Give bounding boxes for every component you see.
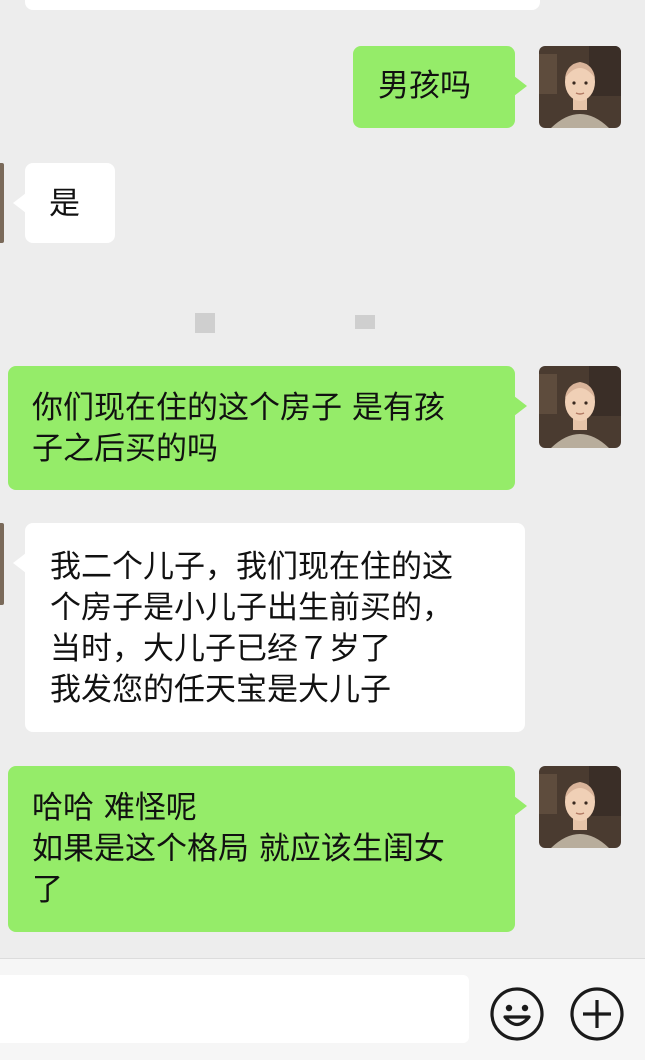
message-text-line: 我二个儿子，我们现在住的这 xyxy=(50,549,453,585)
avatar[interactable] xyxy=(539,366,621,448)
monk-portrait-avatar-icon xyxy=(539,766,621,848)
blurred-patch xyxy=(355,315,375,329)
message-bubble-received[interactable]: 是 xyxy=(13,163,115,243)
message-text: 男孩吗 xyxy=(378,68,471,104)
message-text: 是 xyxy=(49,186,80,222)
message-text-line: 如果是这个格局 就应该生闺女 xyxy=(32,831,445,867)
message-bubble-sent[interactable]: 你们现在住的这个房子 是有孩 子之后买的吗 xyxy=(8,366,527,490)
emoji-button[interactable] xyxy=(489,986,545,1042)
plus-button[interactable] xyxy=(569,986,625,1042)
smiley-face-icon xyxy=(490,987,544,1041)
blurred-patch xyxy=(195,313,215,333)
message-text-line: 我发您的任天宝是大儿子 xyxy=(50,672,391,708)
message-bubble-sent[interactable]: 哈哈 难怪呢 如果是这个格局 就应该生闺女 了 xyxy=(8,766,527,932)
message-text-line: 当时，大儿子已经７岁了 xyxy=(50,631,391,667)
partial-message-bubble xyxy=(25,0,540,10)
message-text-line: 了 xyxy=(32,872,63,908)
message-bubble-received[interactable]: 我二个儿子，我们现在住的这 个房子是小儿子出生前买的， 当时，大儿子已经７岁了 … xyxy=(13,523,525,732)
message-bubble-sent[interactable]: 男孩吗 xyxy=(353,46,527,128)
message-text-line: 个房子是小儿子出生前买的， xyxy=(50,590,453,626)
plus-circle-icon xyxy=(570,987,624,1041)
avatar[interactable] xyxy=(539,46,621,128)
message-text-line: 你们现在住的这个房子 是有孩 xyxy=(32,390,445,426)
message-text-line: 子之后买的吗 xyxy=(32,431,218,467)
avatar-edge xyxy=(0,523,4,605)
message-input[interactable] xyxy=(0,975,469,1043)
input-bar xyxy=(0,958,645,1060)
monk-portrait-avatar-icon xyxy=(539,46,621,128)
avatar[interactable] xyxy=(539,766,621,848)
message-text-line: 哈哈 难怪呢 xyxy=(32,790,197,826)
avatar-edge xyxy=(0,163,4,243)
monk-portrait-avatar-icon xyxy=(539,366,621,448)
